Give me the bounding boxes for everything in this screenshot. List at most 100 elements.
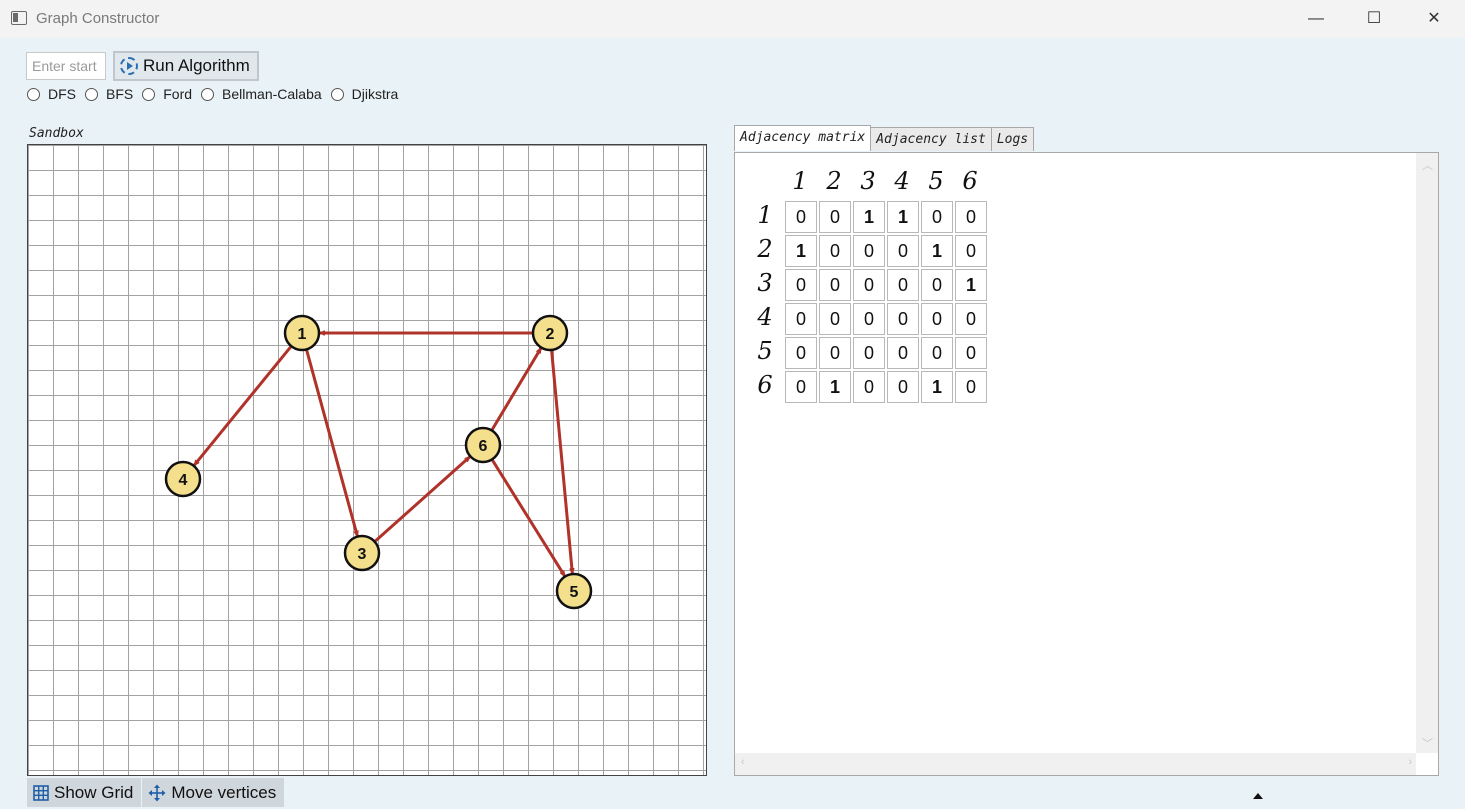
matrix-cell[interactable]: 0 (853, 235, 885, 267)
matrix-cell[interactable]: 0 (785, 337, 817, 369)
vertex-1[interactable]: 1 (283, 314, 321, 352)
tab-logs[interactable]: Logs (990, 127, 1035, 151)
vertical-scrollbar[interactable]: ︿ ﹀ (1416, 153, 1438, 753)
move-arrows-icon (148, 784, 166, 801)
matrix-cell[interactable]: 0 (887, 371, 919, 403)
scroll-up-icon[interactable]: ︿ (1422, 157, 1433, 173)
move-vertices-button[interactable]: Move vertices (142, 778, 285, 807)
matrix-column-header: 5 (928, 167, 944, 195)
vertex-label: 4 (179, 472, 188, 489)
vertex-3[interactable]: 3 (343, 534, 381, 572)
matrix-cell[interactable]: 0 (853, 371, 885, 403)
matrix-cell[interactable]: 0 (853, 303, 885, 335)
matrix-cell[interactable]: 0 (921, 201, 953, 233)
matrix-cell[interactable]: 0 (955, 371, 987, 403)
vertex-4[interactable]: 4 (164, 460, 202, 498)
matrix-cell[interactable]: 0 (887, 235, 919, 267)
scroll-down-icon[interactable]: ﹀ (1422, 735, 1433, 751)
matrix-column-header: 3 (860, 167, 876, 195)
matrix-row-header: 3 (757, 269, 773, 297)
matrix-cell[interactable]: 0 (819, 235, 851, 267)
matrix-cell[interactable]: 0 (819, 337, 851, 369)
matrix-cell[interactable]: 0 (819, 303, 851, 335)
adjacency-matrix-panel: 1234561001100210001030000014000000500000… (734, 152, 1439, 776)
matrix-row-header: 4 (757, 303, 773, 331)
radio-circle-icon[interactable] (330, 87, 344, 101)
run-algorithm-button[interactable]: Run Algorithm (113, 51, 259, 81)
edge-2-5[interactable] (550, 349, 573, 573)
matrix-cell[interactable]: 0 (955, 235, 987, 267)
minimize-button[interactable]: — (1293, 0, 1339, 38)
matrix-cell[interactable]: 0 (785, 371, 817, 403)
matrix-cell[interactable]: 0 (921, 337, 953, 369)
show-grid-button[interactable]: Show Grid (27, 778, 142, 807)
matrix-row-header: 1 (757, 201, 773, 229)
matrix-cell[interactable]: 0 (853, 269, 885, 301)
vertex-label: 6 (479, 438, 488, 455)
matrix-cell[interactable]: 0 (887, 303, 919, 335)
edge-6-5[interactable] (490, 458, 566, 575)
scroll-left-icon[interactable]: ‹ (741, 756, 745, 768)
matrix-cell[interactable]: 0 (785, 303, 817, 335)
radio-circle-icon[interactable] (201, 87, 215, 101)
matrix-cell[interactable]: 0 (785, 269, 817, 301)
matrix-cell[interactable]: 1 (921, 235, 953, 267)
tab-adjacency-matrix[interactable]: Adjacency matrix (734, 125, 872, 151)
edge-3-6[interactable] (373, 455, 471, 543)
sandbox-label: Sandbox (29, 126, 84, 141)
start-vertex-input[interactable] (26, 52, 106, 80)
maximize-button[interactable]: ☐ (1351, 0, 1397, 38)
radio-dfs[interactable]: DFS (27, 86, 76, 102)
matrix-cell[interactable]: 0 (921, 269, 953, 301)
matrix-cell[interactable]: 0 (955, 201, 987, 233)
edge-1-3[interactable] (305, 349, 357, 535)
matrix-cell[interactable]: 1 (887, 201, 919, 233)
matrix-column-header: 4 (894, 167, 910, 195)
scroll-right-icon[interactable]: › (1408, 756, 1412, 768)
radio-circle-icon[interactable] (27, 87, 40, 101)
edge-6-2[interactable] (490, 348, 543, 432)
matrix-cell[interactable]: 0 (819, 269, 851, 301)
matrix-row-header: 5 (757, 337, 773, 365)
radio-bellman-calaba[interactable]: Bellman-Calaba (201, 86, 322, 102)
matrix-cell[interactable]: 0 (819, 201, 851, 233)
radio-label: Djikstra (351, 86, 399, 102)
matrix-row-header: 2 (757, 235, 773, 263)
matrix-cell[interactable]: 1 (853, 201, 885, 233)
matrix-cell[interactable]: 0 (921, 303, 953, 335)
matrix-cell[interactable]: 1 (921, 371, 953, 403)
horizontal-scrollbar[interactable]: ‹ › (735, 753, 1418, 775)
radio-label: Ford (163, 86, 193, 102)
radio-djikstra[interactable]: Djikstra (330, 86, 399, 102)
matrix-cell[interactable]: 0 (955, 303, 987, 335)
matrix-cell[interactable]: 1 (785, 235, 817, 267)
app-icon (11, 11, 27, 25)
graph-drawing[interactable]: 1 2 3 4 5 6 (28, 145, 706, 775)
tab-adjacency-list[interactable]: Adjacency list (870, 127, 992, 151)
matrix-cell[interactable]: 0 (887, 269, 919, 301)
sandbox-canvas[interactable]: 1 2 3 4 5 6 (27, 144, 707, 776)
radio-label: Bellman-Calaba (222, 86, 322, 102)
radio-label: DFS (48, 86, 76, 102)
matrix-cell[interactable]: 0 (955, 337, 987, 369)
matrix-cell[interactable]: 1 (955, 269, 987, 301)
radio-label: BFS (106, 86, 134, 102)
close-button[interactable]: ✕ (1411, 0, 1457, 38)
radio-circle-icon[interactable] (142, 87, 156, 101)
matrix-cell[interactable]: 0 (785, 201, 817, 233)
resize-grip-icon[interactable] (1253, 793, 1263, 799)
vertex-5[interactable]: 5 (555, 572, 593, 610)
matrix-cell[interactable]: 1 (819, 371, 851, 403)
radio-bfs[interactable]: BFS (85, 86, 133, 102)
matrix-row-header: 6 (757, 371, 773, 399)
grid-icon (33, 784, 49, 801)
edge-1-4[interactable] (193, 345, 293, 466)
vertex-6[interactable]: 6 (464, 426, 502, 464)
radio-ford[interactable]: Ford (142, 86, 192, 102)
matrix-cell[interactable]: 0 (853, 337, 885, 369)
vertex-label: 3 (358, 546, 367, 563)
vertex-2[interactable]: 2 (531, 314, 569, 352)
radio-circle-icon[interactable] (85, 87, 98, 101)
matrix-cell[interactable]: 0 (887, 337, 919, 369)
vertex-label: 5 (570, 584, 579, 601)
